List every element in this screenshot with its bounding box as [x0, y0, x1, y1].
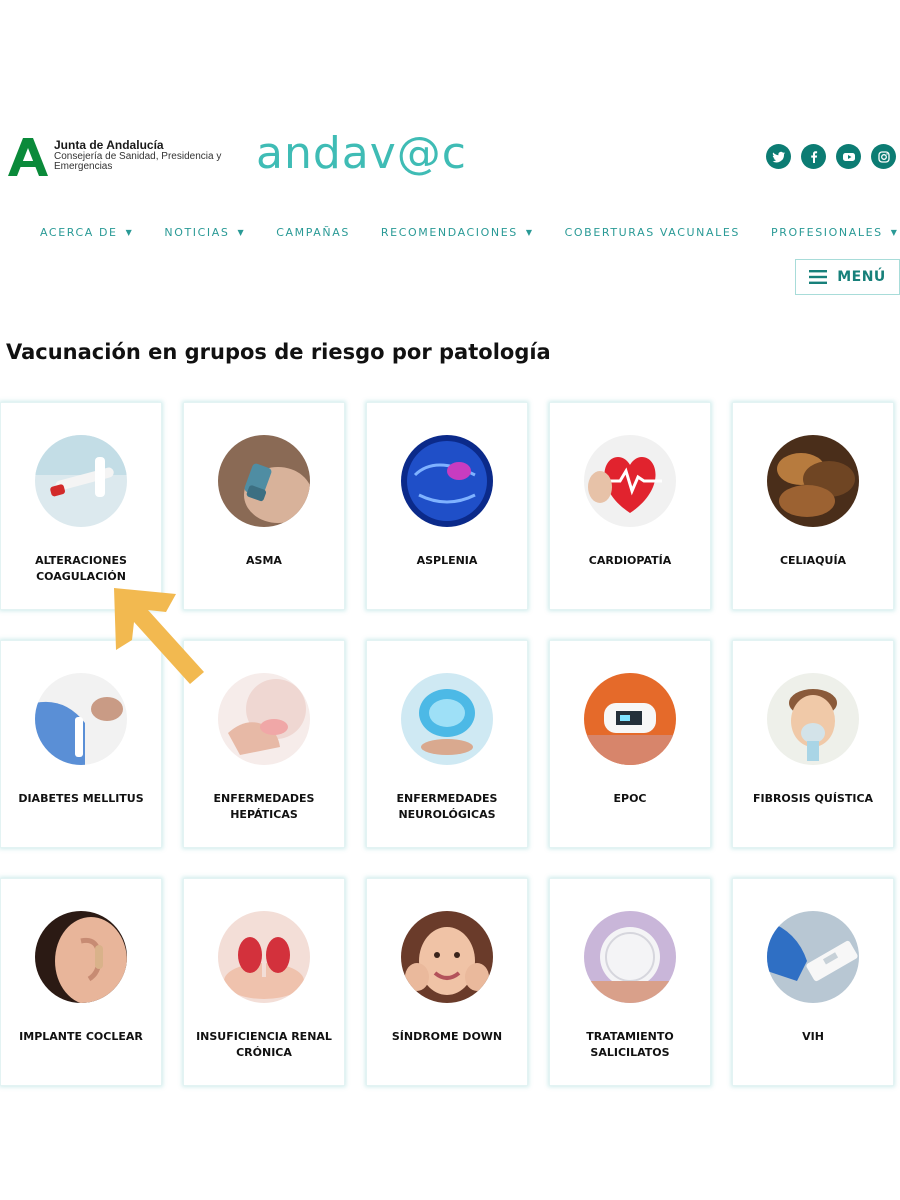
nav-profesionales[interactable]: PROFESIONALES ▼	[771, 226, 898, 239]
nav-label: CAMPAÑAS	[276, 226, 350, 239]
card-vih[interactable]: VIH	[732, 878, 894, 1086]
card-label: TRATAMIENTO SALICILATOS	[586, 1030, 674, 1059]
nav-recomendaciones[interactable]: RECOMENDACIONES ▼	[381, 226, 534, 239]
facebook-icon[interactable]	[801, 144, 826, 169]
aspirin-icon	[584, 911, 676, 1003]
page-title: Vacunación en grupos de riesgo por patol…	[6, 340, 551, 364]
nav-campanas[interactable]: CAMPAÑAS	[276, 226, 350, 239]
nav-label: RECOMENDACIONES	[380, 226, 518, 239]
card-label: DIABETES MELLITUS	[18, 792, 144, 805]
card-alteraciones-coagulacion[interactable]: ALTERACIONES COAGULACIÓN	[0, 402, 162, 610]
card-fibrosis-quistica[interactable]: FIBROSIS QUÍSTICA	[732, 640, 894, 848]
junta-andalucia-logo-icon	[8, 138, 48, 176]
card-label: FIBROSIS QUÍSTICA	[752, 792, 874, 805]
heart-icon	[584, 435, 676, 527]
caret-down-icon: ▼	[125, 228, 134, 237]
bread-icon	[767, 435, 859, 527]
blood-sample-icon	[35, 435, 127, 527]
card-label: ENFERMEDADES NEUROLÓGICAS	[396, 792, 498, 821]
glucose-test-icon	[35, 673, 127, 765]
card-insuficiencia-renal-cronica[interactable]: INSUFICIENCIA RENAL CRÓNICA	[183, 878, 345, 1086]
card-sindrome-down[interactable]: SÍNDROME DOWN	[366, 878, 528, 1086]
card-cardiopatia[interactable]: CARDIOPATÍA	[549, 402, 711, 610]
child-icon	[401, 911, 493, 1003]
card-label: ALTERACIONES COAGULACIÓN	[35, 554, 127, 583]
youtube-icon[interactable]	[836, 144, 861, 169]
card-label: IMPLANTE COCLEAR	[19, 1030, 143, 1043]
nav-label: PROFESIONALES	[771, 226, 883, 239]
nav-label: NOTICIAS	[164, 226, 230, 239]
nebulizer-icon	[767, 673, 859, 765]
card-implante-coclear[interactable]: IMPLANTE COCLEAR	[0, 878, 162, 1086]
card-label: CARDIOPATÍA	[588, 554, 672, 567]
nav-label: ACERCA DE	[40, 226, 118, 239]
hiv-test-icon	[767, 911, 859, 1003]
card-tratamiento-salicilatos[interactable]: TRATAMIENTO SALICILATOS	[549, 878, 711, 1086]
junta-subtitle: Consejería de Sanidad, Presidencia y Eme…	[54, 150, 222, 173]
menu-button[interactable]: MENÚ	[795, 259, 900, 295]
card-label: ENFERMEDADES HEPÁTICAS	[213, 792, 315, 821]
nav-label: COBERTURAS VACUNALES	[564, 226, 740, 239]
social-links	[766, 144, 896, 169]
card-label: ASMA	[246, 554, 282, 567]
nav-coberturas-vacunales[interactable]: COBERTURAS VACUNALES	[565, 226, 740, 239]
twitter-icon[interactable]	[766, 144, 791, 169]
ear-icon	[35, 911, 127, 1003]
caret-down-icon: ▼	[525, 228, 534, 237]
card-label: EPOC	[613, 792, 647, 805]
arrow-icon	[114, 588, 204, 684]
card-celiaquia[interactable]: CELIAQUÍA	[732, 402, 894, 610]
card-label: CELIAQUÍA	[779, 554, 847, 567]
spleen-icon	[401, 435, 493, 527]
junta-title: Junta de Andalucía	[54, 138, 164, 153]
junta-logo[interactable]: Junta de Andalucía Consejería de Sanidad…	[6, 134, 224, 178]
main-nav: ACERCA DE ▼ NOTICIAS ▼ CAMPAÑAS RECOMENDAC…	[40, 226, 900, 239]
pulse-oximeter-icon	[584, 673, 676, 765]
menu-label: MENÚ	[837, 269, 886, 285]
card-label: VIH	[802, 1030, 824, 1043]
card-enfermedades-neurologicas[interactable]: ENFERMEDADES NEUROLÓGICAS	[366, 640, 528, 848]
card-asplenia[interactable]: ASPLENIA	[366, 402, 528, 610]
caret-down-icon: ▼	[237, 228, 246, 237]
card-asma[interactable]: ASMA	[183, 402, 345, 610]
instagram-icon[interactable]	[871, 144, 896, 169]
kidney-icon	[218, 911, 310, 1003]
nav-acerca-de[interactable]: ACERCA DE ▼	[40, 226, 133, 239]
hamburger-icon	[809, 270, 828, 284]
liver-icon	[218, 673, 310, 765]
card-epoc[interactable]: EPOC	[549, 640, 711, 848]
inhaler-icon	[218, 435, 310, 527]
card-label: SÍNDROME DOWN	[391, 1030, 503, 1043]
nav-noticias[interactable]: NOTICIAS ▼	[164, 226, 245, 239]
andavac-logo[interactable]: andav@c	[256, 128, 467, 179]
card-label: ASPLENIA	[416, 554, 478, 567]
card-label: INSUFICIENCIA RENAL CRÓNICA	[196, 1030, 332, 1059]
caret-down-icon: ▼	[890, 228, 899, 237]
brain-icon	[401, 673, 493, 765]
